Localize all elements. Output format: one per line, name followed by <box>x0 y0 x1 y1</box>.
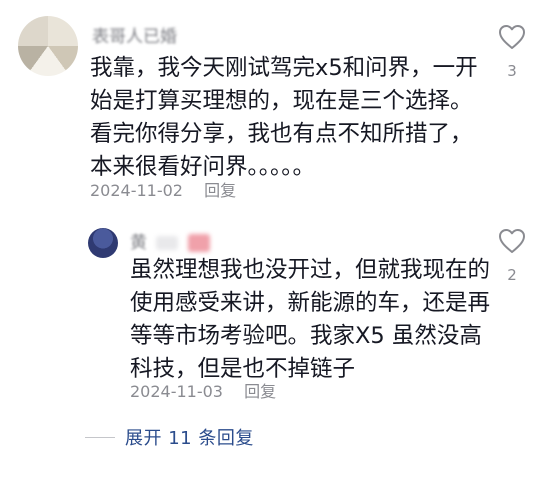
heart-outline-icon <box>499 229 525 253</box>
comment-date: 2024-11-02 <box>90 181 183 200</box>
comment-text-line: 虽然理想我也没开过，但就我现在的 <box>130 257 491 283</box>
comment-text-line: 始是打算买理想的，现在是三个选择。 <box>90 88 473 114</box>
comment-meta: 2024-11-03 回复 <box>130 378 276 402</box>
like-count: 3 <box>507 62 517 80</box>
comment-date: 2024-11-03 <box>130 382 223 401</box>
comment-text-line: 看完你得分享，我也有点不知所措了， <box>90 121 473 147</box>
blurred-name-block <box>156 236 179 250</box>
comment-text: 我靠，我今天刚试驾完x5和问界，一开 始是打算买理想的，现在是三个选择。 看完你… <box>90 52 478 184</box>
like-button[interactable]: 2 <box>492 228 532 284</box>
like-button[interactable]: 3 <box>492 24 532 80</box>
expand-replies-button[interactable]: 展开 11 条回复 <box>85 424 254 450</box>
expand-replies-label: 展开 11 条回复 <box>125 428 254 449</box>
comment-text-line: 使用感受来讲，新能源的车，还是再 <box>130 290 491 316</box>
reply-button[interactable]: 回复 <box>204 181 236 200</box>
heart-outline-icon <box>499 25 525 49</box>
comment-text: 虽然理想我也没开过，但就我现在的 使用感受来讲，新能源的车，还是再 等等市场考验… <box>130 254 490 386</box>
comment-text-line: 等等市场考验吧。我家X5 虽然没高 <box>130 323 482 349</box>
username[interactable]: 表哥人已婚 <box>92 22 177 47</box>
blurred-name-block <box>187 234 210 252</box>
username[interactable]: 黄 <box>130 228 210 253</box>
comment-meta: 2024-11-02 回复 <box>90 177 236 201</box>
comment-text-line: 我靠，我今天刚试驾完x5和问界，一开 <box>90 55 478 81</box>
reply-button[interactable]: 回复 <box>244 382 276 401</box>
avatar[interactable] <box>88 228 118 258</box>
like-count: 2 <box>507 266 517 284</box>
divider-line <box>85 436 115 438</box>
avatar[interactable] <box>18 16 78 76</box>
